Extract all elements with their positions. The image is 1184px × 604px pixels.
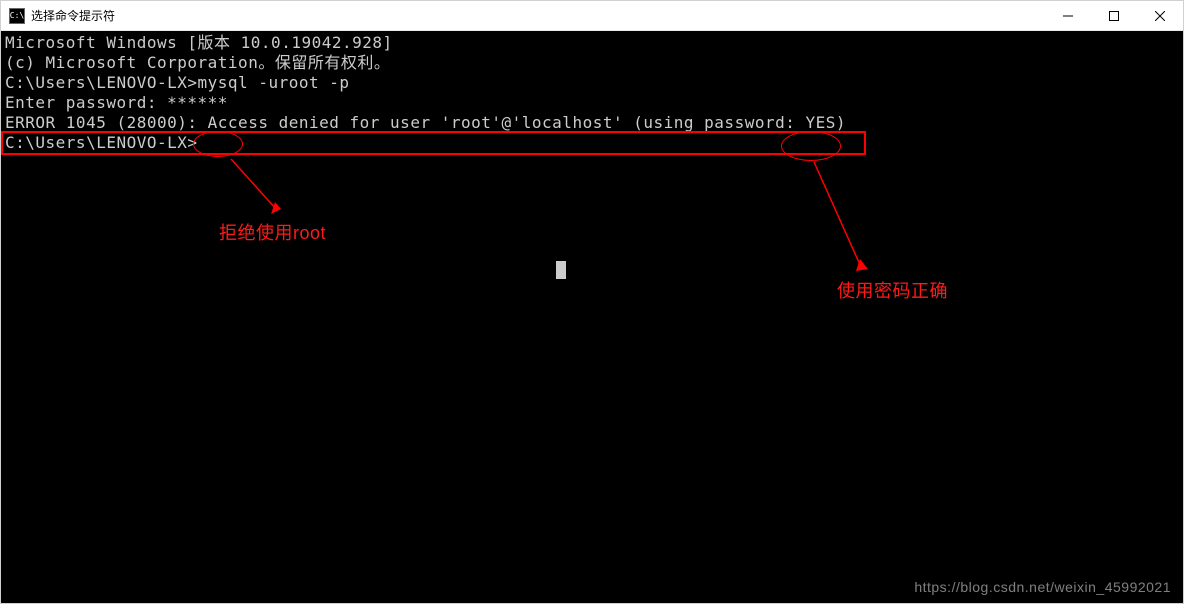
maximize-button[interactable] [1091, 1, 1137, 30]
term-line-copyright: (c) Microsoft Corporation。保留所有权利。 [5, 53, 1179, 73]
term-line-password: Enter password: ****** [5, 93, 1179, 113]
term-line-prompt1: C:\Users\LENOVO-LX>mysql -uroot -p [5, 73, 1179, 93]
close-button[interactable] [1137, 1, 1183, 30]
annotation-deny-root: 拒绝使用root [219, 223, 326, 243]
minimize-button[interactable] [1045, 1, 1091, 30]
arrow-password [806, 159, 876, 279]
window-frame: C:\ 选择命令提示符 Microsoft Windows [版本 10.0.1… [0, 0, 1184, 604]
window-controls [1045, 1, 1183, 30]
arrow-root [221, 154, 291, 224]
titlebar: C:\ 选择命令提示符 [1, 1, 1183, 31]
annotation-password-ok: 使用密码正确 [837, 281, 948, 301]
app-icon: C:\ [9, 8, 25, 24]
window-title: 选择命令提示符 [31, 7, 1045, 24]
term-line-error: ERROR 1045 (28000): Access denied for us… [5, 113, 1179, 133]
terminal[interactable]: Microsoft Windows [版本 10.0.19042.928] (c… [1, 31, 1183, 603]
watermark: https://blog.csdn.net/weixin_45992021 [914, 577, 1171, 597]
term-line-version: Microsoft Windows [版本 10.0.19042.928] [5, 33, 1179, 53]
terminal-cursor [556, 261, 566, 279]
term-line-prompt2: C:\Users\LENOVO-LX> [5, 133, 1179, 153]
